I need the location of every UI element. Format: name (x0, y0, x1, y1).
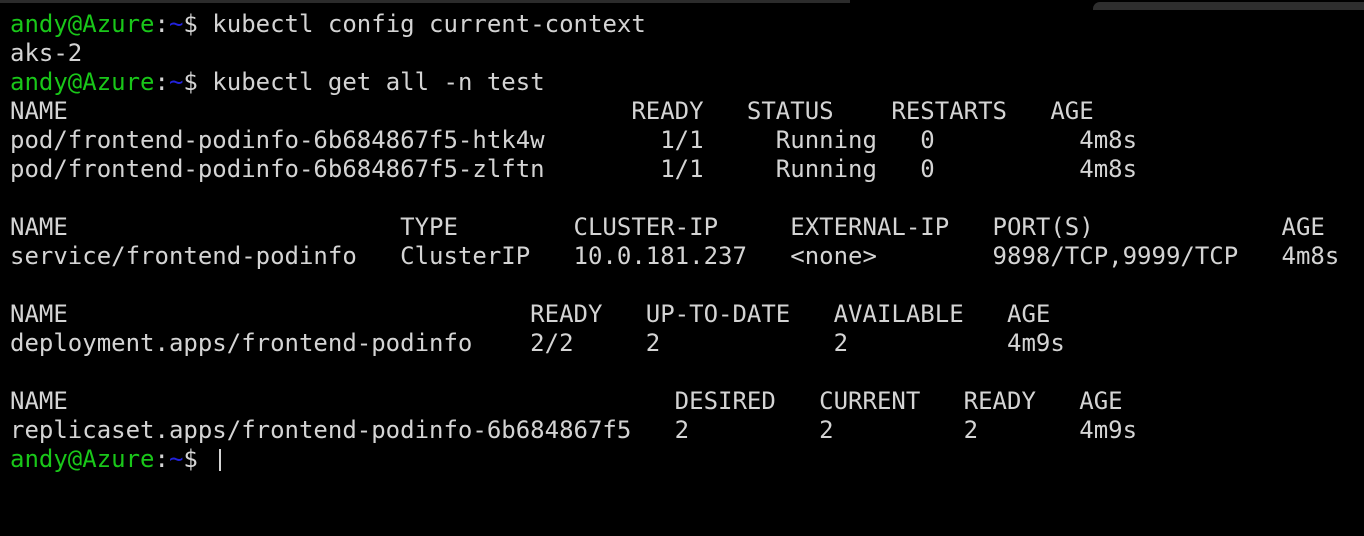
prompt-dollar-sign: $ (183, 10, 198, 38)
prompt-colon: : (154, 445, 169, 473)
window-tab-handle[interactable] (1093, 2, 1364, 10)
terminal-prompt-line: andy@Azure:~$ kubectl config current-con… (0, 10, 1364, 39)
terminal-output-line: pod/frontend-podinfo-6b684867f5-htk4w 1/… (0, 126, 1364, 155)
terminal-output-text: replicaset.apps/frontend-podinfo-6b68486… (10, 416, 1138, 444)
terminal-output-text: aks-2 (10, 39, 83, 67)
terminal-output-line: NAME READY UP-TO-DATE AVAILABLE AGE (0, 300, 1364, 329)
terminal-output-text: service/frontend-podinfo ClusterIP 10.0.… (10, 242, 1340, 270)
prompt-path: ~ (168, 10, 184, 38)
terminal-window: andy@Azure:~$ kubectl config current-con… (0, 0, 1364, 536)
terminal-output-line: service/frontend-podinfo ClusterIP 10.0.… (0, 242, 1364, 271)
prompt-colon: : (154, 10, 169, 38)
terminal-output-line: replicaset.apps/frontend-podinfo-6b68486… (0, 416, 1364, 445)
terminal-output-text: NAME READY STATUS RESTARTS AGE (10, 97, 1094, 125)
terminal-output-line: aks-2 (0, 39, 1364, 68)
terminal-command-text: kubectl config current-context (197, 10, 646, 38)
prompt-path: ~ (168, 445, 184, 473)
terminal-output-text: NAME TYPE CLUSTER-IP EXTERNAL-IP PORT(S)… (10, 213, 1325, 241)
terminal-output-text: pod/frontend-podinfo-6b684867f5-htk4w 1/… (10, 126, 1138, 154)
terminal-output-text: pod/frontend-podinfo-6b684867f5-zlftn 1/… (10, 155, 1138, 183)
terminal-command-text: kubectl get all -n test (197, 68, 545, 96)
terminal-output-text: NAME READY UP-TO-DATE AVAILABLE AGE (10, 300, 1051, 328)
terminal-output-text: NAME DESIRED CURRENT READY AGE (10, 387, 1123, 415)
prompt-dollar-sign: $ (183, 445, 198, 473)
terminal-prompt-line: andy@Azure:~$ (0, 445, 1364, 474)
terminal-output-area[interactable]: andy@Azure:~$ kubectl config current-con… (0, 10, 1364, 536)
window-chrome-strip (0, 0, 850, 3)
prompt-user-host: andy@Azure (10, 445, 155, 473)
window-chrome (0, 0, 1364, 10)
terminal-output-line: pod/frontend-podinfo-6b684867f5-zlftn 1/… (0, 155, 1364, 184)
prompt-user-host: andy@Azure (10, 10, 155, 38)
terminal-prompt-line: andy@Azure:~$ kubectl get all -n test (0, 68, 1364, 97)
terminal-output-line: NAME READY STATUS RESTARTS AGE (0, 97, 1364, 126)
terminal-output-text: deployment.apps/frontend-podinfo 2/2 2 2… (10, 329, 1065, 357)
prompt-path: ~ (168, 68, 184, 96)
text-cursor (219, 449, 222, 471)
prompt-colon: : (154, 68, 169, 96)
terminal-output-line: deployment.apps/frontend-podinfo 2/2 2 2… (0, 329, 1364, 358)
prompt-dollar-sign: $ (183, 68, 198, 96)
terminal-output-line: NAME DESIRED CURRENT READY AGE (0, 387, 1364, 416)
terminal-command-text (198, 445, 212, 473)
terminal-output-line: NAME TYPE CLUSTER-IP EXTERNAL-IP PORT(S)… (0, 213, 1364, 242)
prompt-user-host: andy@Azure (10, 68, 155, 96)
